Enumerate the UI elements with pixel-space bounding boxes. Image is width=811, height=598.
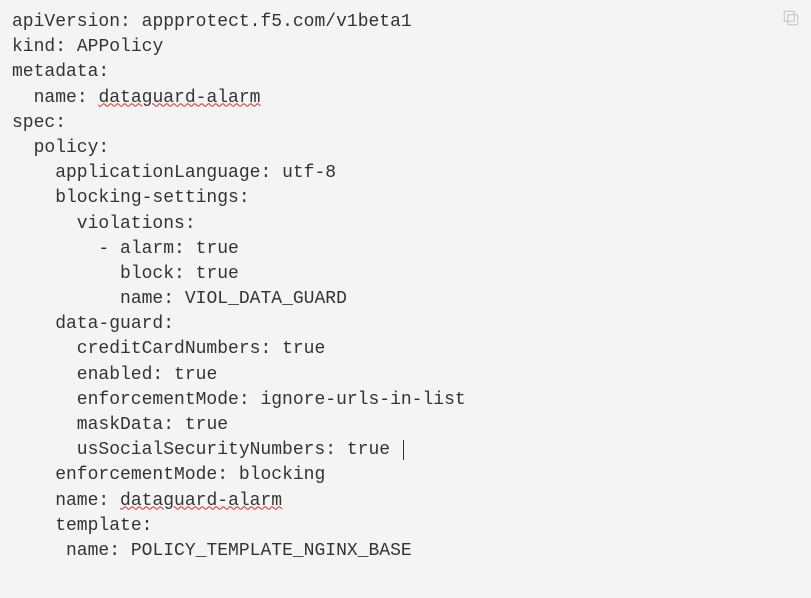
code-line: blocking-settings: [12, 186, 799, 211]
yaml-key: spec [12, 113, 55, 133]
yaml-key: name [34, 88, 77, 108]
yaml-value: ignore-urls-in-list [260, 390, 465, 410]
yaml-key: metadata [12, 62, 98, 82]
code-line: applicationLanguage: utf-8 [12, 161, 799, 186]
code-line: block: true [12, 262, 799, 287]
yaml-key: applicationLanguage [55, 163, 260, 183]
code-line: violations: [12, 212, 799, 237]
yaml-key: alarm [120, 239, 174, 259]
copy-button[interactable] [781, 8, 801, 28]
yaml-key: usSocialSecurityNumbers [77, 440, 325, 460]
code-line: template: [12, 514, 799, 539]
yaml-key: blocking-settings [55, 188, 239, 208]
yaml-value: utf-8 [282, 163, 336, 183]
code-line: - alarm: true [12, 237, 799, 262]
yaml-value: true [347, 440, 390, 460]
yaml-key: data-guard [55, 314, 163, 334]
code-line: policy: [12, 136, 799, 161]
yaml-key: violations [77, 214, 185, 234]
yaml-value: APPolicy [77, 37, 163, 57]
yaml-value: true [196, 239, 239, 259]
code-line: name: POLICY_TEMPLATE_NGINX_BASE [12, 539, 799, 564]
yaml-value: dataguard-alarm [98, 88, 260, 108]
yaml-key: template [55, 516, 141, 536]
code-block: apiVersion: appprotect.f5.com/v1beta1 ki… [12, 10, 799, 564]
yaml-key: enforcementMode [55, 465, 217, 485]
yaml-key: policy [34, 138, 99, 158]
yaml-key: name [55, 491, 98, 511]
yaml-key: maskData [77, 415, 163, 435]
yaml-key: enabled [77, 365, 153, 385]
code-line: creditCardNumbers: true [12, 337, 799, 362]
yaml-bullet: - [98, 239, 120, 259]
yaml-value: true [196, 264, 239, 284]
code-line: spec: [12, 111, 799, 136]
yaml-key: block [120, 264, 174, 284]
yaml-key: creditCardNumbers [77, 339, 261, 359]
code-line: enforcementMode: blocking [12, 463, 799, 488]
yaml-key: kind [12, 37, 55, 57]
code-line: kind: APPolicy [12, 35, 799, 60]
yaml-value: appprotect.f5.com/v1beta1 [142, 12, 412, 32]
yaml-value: blocking [239, 465, 325, 485]
yaml-value: true [174, 365, 217, 385]
code-line: name: dataguard-alarm [12, 489, 799, 514]
yaml-value: POLICY_TEMPLATE_NGINX_BASE [131, 541, 412, 561]
code-line: name: VIOL_DATA_GUARD [12, 287, 799, 312]
yaml-key: name [120, 289, 163, 309]
code-line: enforcementMode: ignore-urls-in-list [12, 388, 799, 413]
code-line: metadata: [12, 60, 799, 85]
code-line: maskData: true [12, 413, 799, 438]
yaml-key: name [66, 541, 109, 561]
yaml-value: true [185, 415, 228, 435]
code-line: usSocialSecurityNumbers: true [12, 438, 799, 463]
code-line: data-guard: [12, 312, 799, 337]
yaml-key: apiVersion [12, 12, 120, 32]
yaml-value: VIOL_DATA_GUARD [185, 289, 347, 309]
code-line: name: dataguard-alarm [12, 86, 799, 111]
yaml-value: dataguard-alarm [120, 491, 282, 511]
code-line: apiVersion: appprotect.f5.com/v1beta1 [12, 10, 799, 35]
text-cursor [403, 440, 404, 460]
yaml-value: true [282, 339, 325, 359]
code-line: enabled: true [12, 363, 799, 388]
yaml-key: enforcementMode [77, 390, 239, 410]
